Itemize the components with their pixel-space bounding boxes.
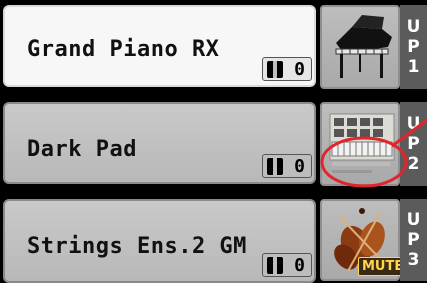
octave-value: 0 — [294, 155, 305, 177]
grand-piano-icon — [335, 15, 392, 78]
track-name: Strings Ens.2 GM — [27, 234, 247, 259]
track-name-panel[interactable]: Grand Piano RX 0 — [3, 5, 316, 87]
track-icon-button[interactable] — [320, 102, 400, 186]
track-icon-button[interactable] — [320, 5, 400, 89]
octave-value: 0 — [294, 58, 305, 80]
track-label-up1: U P 1 — [400, 5, 427, 89]
track-upper-3: Strings Ens.2 GM 0 MUTE U P 3 — [0, 194, 427, 283]
track-upper-2: Dark Pad 0 U P 2 — [0, 97, 427, 187]
track-name: Grand Piano RX — [27, 37, 220, 62]
track-upper-1: Grand Piano RX 0 U P 1 — [0, 0, 427, 90]
octave-transpose-indicator: 0 — [262, 57, 312, 81]
synth-pad-icon — [329, 113, 395, 173]
track-label-up2: U P 2 — [400, 102, 427, 186]
octave-icon — [267, 61, 283, 78]
track-label-up3: U P 3 — [400, 199, 427, 281]
track-icon-button[interactable]: MUTE — [320, 199, 408, 281]
track-name-panel[interactable]: Strings Ens.2 GM 0 — [3, 199, 316, 283]
track-name-panel[interactable]: Dark Pad 0 — [3, 102, 316, 184]
octave-value: 0 — [294, 254, 305, 276]
octave-icon — [267, 257, 283, 274]
track-name: Dark Pad — [27, 137, 137, 162]
octave-transpose-indicator: 0 — [262, 253, 312, 277]
octave-transpose-indicator: 0 — [262, 154, 312, 178]
octave-icon — [267, 158, 283, 175]
